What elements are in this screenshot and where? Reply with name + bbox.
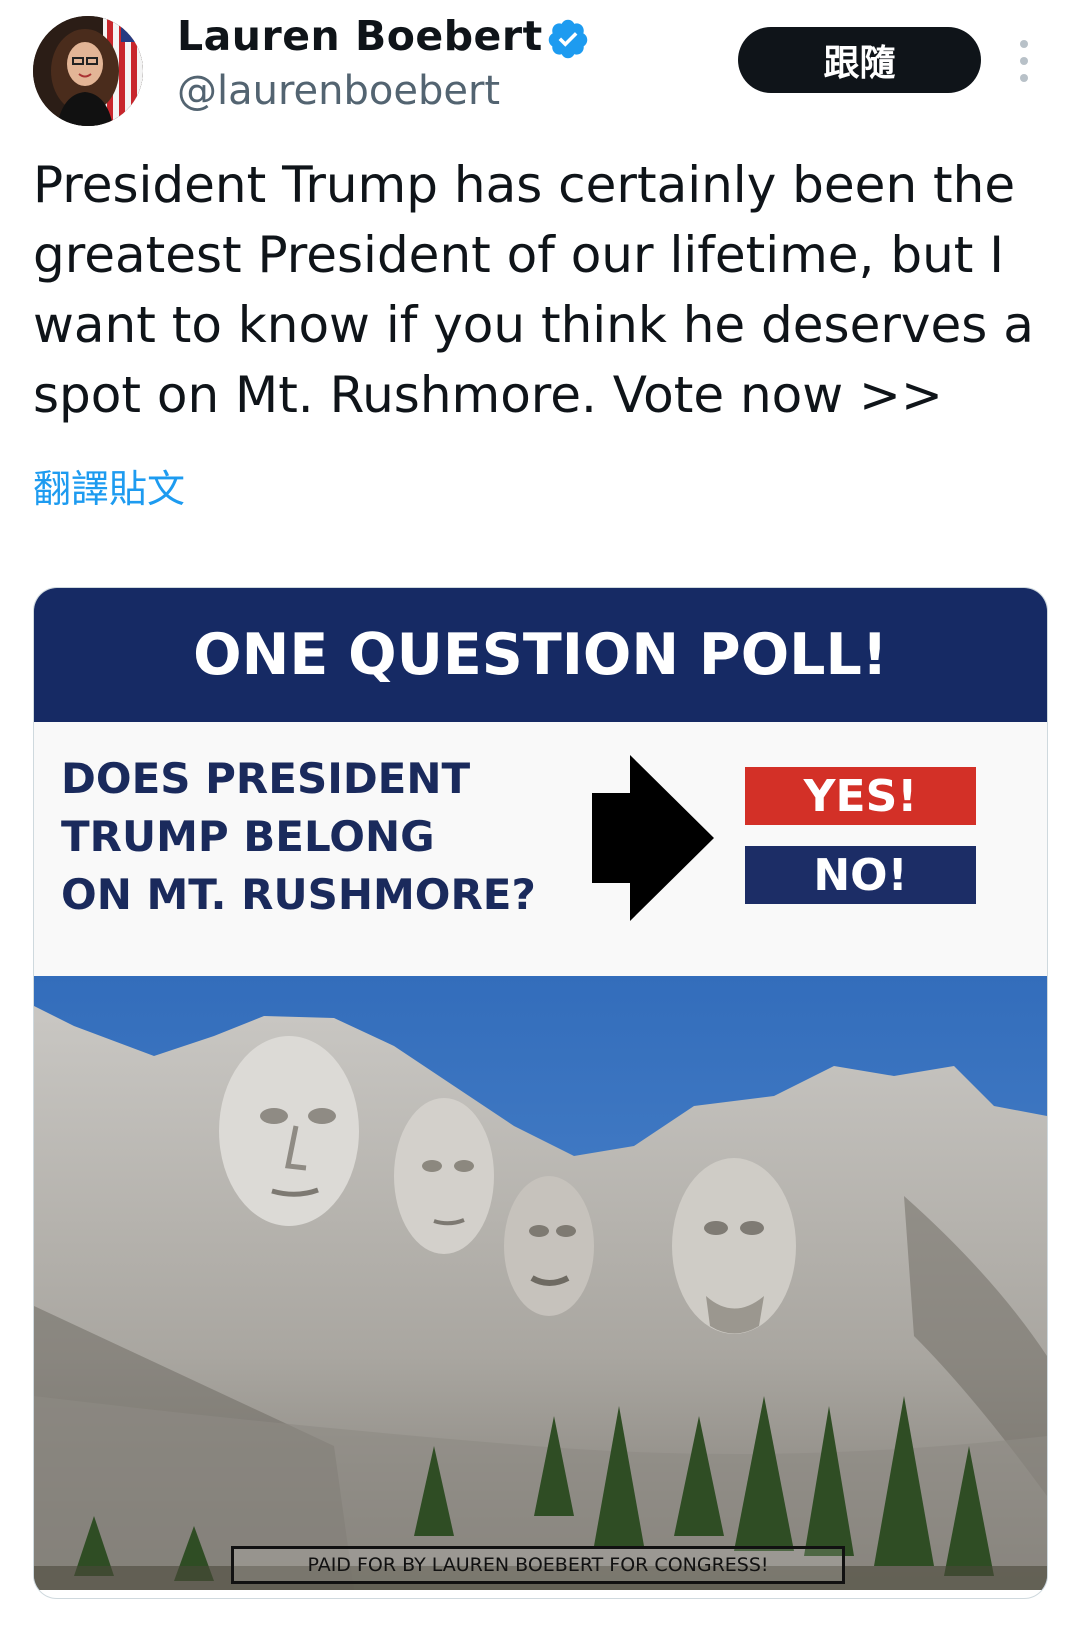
- more-options-icon[interactable]: [1012, 40, 1036, 82]
- poll-banner: ONE QUESTION POLL!: [34, 588, 1047, 722]
- poll-yes-option: YES!: [745, 767, 976, 825]
- display-name[interactable]: Lauren Boebert: [177, 12, 543, 60]
- poll-question: DOES PRESIDENT TRUMP BELONG ON MT. RUSHM…: [61, 754, 536, 919]
- mount-rushmore-photo: [34, 976, 1047, 1590]
- verified-badge-icon: [546, 17, 590, 61]
- user-handle[interactable]: @laurenboebert: [177, 68, 500, 114]
- poll-banner-title: ONE QUESTION POLL!: [193, 622, 888, 688]
- avatar[interactable]: [33, 16, 143, 126]
- paid-for-disclaimer: PAID FOR BY LAUREN BOEBERT FOR CONGRESS!: [231, 1546, 845, 1584]
- poll-no-option: NO!: [745, 846, 976, 904]
- translate-post-link[interactable]: 翻譯貼文: [33, 458, 185, 513]
- poll-question-area: DOES PRESIDENT TRUMP BELONG ON MT. RUSHM…: [34, 722, 1047, 976]
- tweet-media-image[interactable]: ONE QUESTION POLL! DOES PRESIDENT TRUMP …: [33, 587, 1048, 1599]
- arrow-right-icon: [592, 755, 714, 921]
- follow-button[interactable]: 跟隨: [738, 27, 981, 93]
- tweet-page: Lauren Boebert @laurenboebert 跟隨 Preside…: [0, 0, 1080, 1633]
- tweet-text: President Trump has certainly been the g…: [33, 156, 1034, 424]
